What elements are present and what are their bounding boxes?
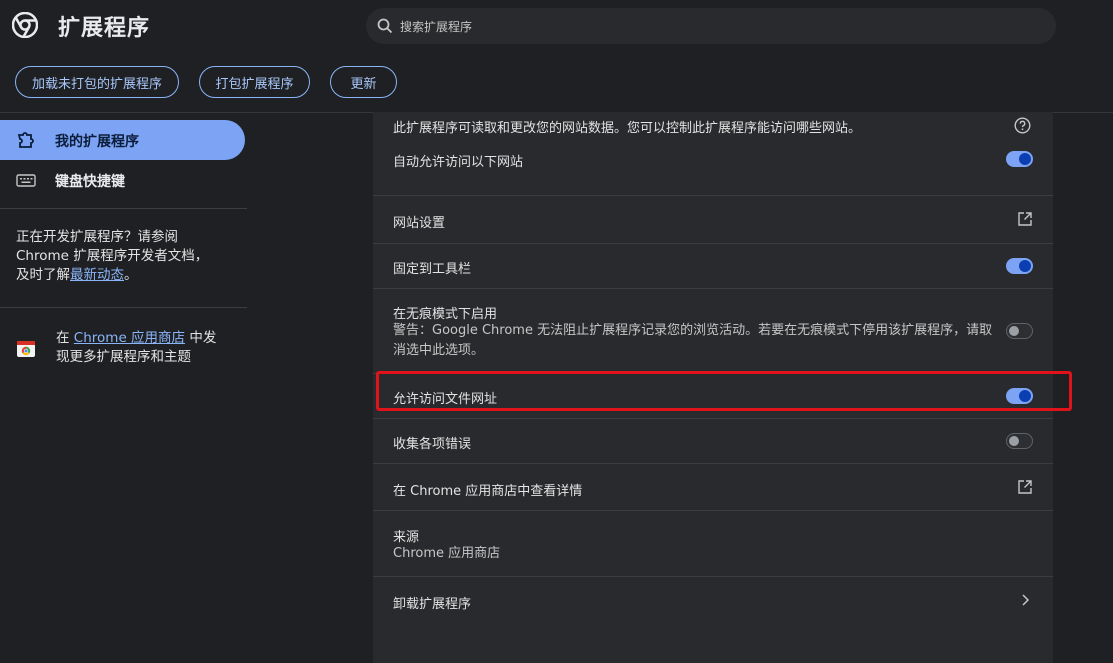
sidebar-divider — [0, 307, 247, 308]
help-icon[interactable] — [1014, 117, 1031, 134]
developer-info-text: 正在开发扩展程序？请参阅 Chrome 扩展程序开发者文档，及时了解最新动态。 — [16, 228, 216, 285]
row-divider — [373, 243, 1053, 244]
site-settings-label[interactable]: 网站设置 — [393, 212, 445, 231]
remove-extension-label[interactable]: 卸载扩展程序 — [393, 593, 471, 612]
sidebar-divider — [0, 208, 247, 209]
external-link-icon[interactable] — [1017, 211, 1033, 227]
row-divider — [373, 510, 1053, 511]
search-input[interactable] — [398, 8, 1042, 46]
chevron-right-icon[interactable] — [1017, 592, 1033, 608]
search-icon — [377, 18, 393, 34]
collect-errors-label: 收集各项错误 — [393, 437, 472, 452]
puzzle-icon — [17, 132, 34, 148]
pack-extension-button[interactable]: 打包扩展程序 — [199, 66, 310, 98]
sidebar-item-label: 我的扩展程序 — [55, 134, 139, 150]
sidebar-item-my-extensions[interactable]: 我的扩展程序 — [0, 120, 245, 160]
auto-allow-label: 自动允许访问以下网站 — [393, 155, 524, 170]
latest-news-link[interactable]: 最新动态 — [70, 267, 124, 283]
chrome-logo-icon — [12, 12, 38, 38]
keyboard-icon — [16, 174, 36, 187]
update-button[interactable]: 更新 — [330, 66, 397, 98]
view-in-store-label[interactable]: 在 Chrome 应用商店中查看详情 — [393, 480, 582, 499]
collect-errors-toggle[interactable] — [1006, 433, 1033, 449]
load-unpacked-button[interactable]: 加载未打包的扩展程序 — [15, 66, 179, 98]
web-store-promo: 在 Chrome 应用商店 中发现更多扩展程序和主题 — [56, 329, 226, 367]
row-divider — [373, 195, 1053, 196]
source-label: 来源 — [393, 530, 420, 545]
row-divider — [373, 463, 1053, 464]
incognito-label: 在无痕模式下启用 — [393, 307, 498, 322]
sidebar-item-label: 键盘快捷键 — [55, 174, 125, 190]
top-bar: 扩展程序 加载未打包的扩展程序 打包扩展程序 更新 — [0, 0, 1113, 113]
highlight-box — [376, 371, 1072, 411]
sidebar-item-keyboard-shortcuts[interactable]: 键盘快捷键 — [0, 160, 245, 200]
chrome-web-store-icon — [17, 341, 35, 357]
store-prefix: 在 — [56, 330, 74, 346]
pin-toolbar-label: 固定到工具栏 — [393, 262, 472, 277]
row-divider — [373, 576, 1053, 577]
row-divider — [373, 288, 1053, 289]
incognito-warning: 警告：Google Chrome 无法阻止扩展程序记录您的浏览活动。若要在无痕模… — [393, 323, 993, 358]
chrome-web-store-link[interactable]: Chrome 应用商店 — [74, 330, 185, 346]
search-box[interactable] — [366, 8, 1056, 46]
page-title: 扩展程序 — [58, 16, 151, 41]
row-divider — [373, 418, 1053, 419]
auto-allow-toggle[interactable] — [1006, 151, 1033, 167]
pin-toolbar-toggle[interactable] — [1006, 258, 1033, 274]
external-link-icon[interactable] — [1017, 479, 1033, 495]
source-value: Chrome 应用商店 — [393, 546, 501, 561]
site-access-description: 此扩展程序可读取和更改您的网站数据。您可以控制此扩展程序能访问哪些网站。 — [393, 121, 862, 136]
developer-info-suffix: 。 — [124, 267, 138, 283]
incognito-toggle[interactable] — [1006, 323, 1033, 339]
